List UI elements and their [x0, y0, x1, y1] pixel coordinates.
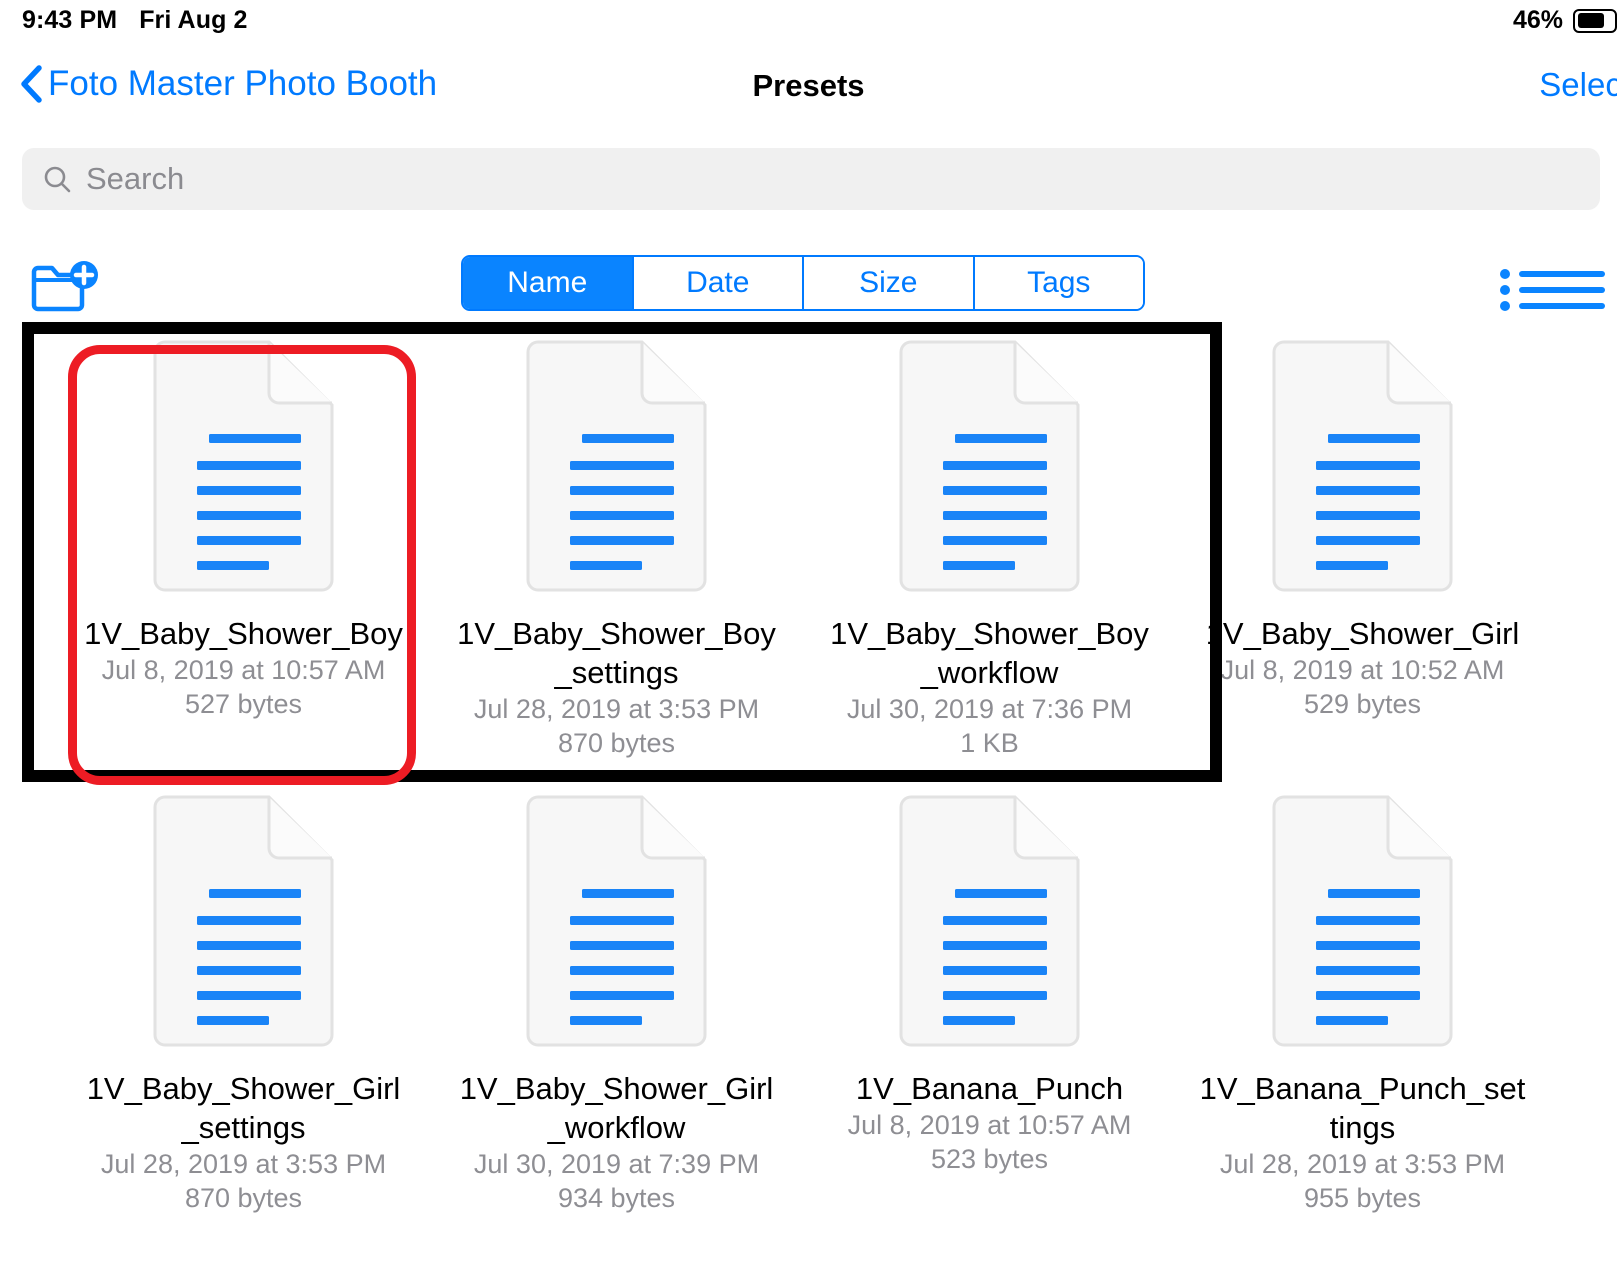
file-name: 1V_Baby_Shower_Boy_settings	[457, 616, 776, 691]
file-size: 870 bytes	[557, 728, 676, 759]
file-item-7[interactable]: 1V_Banana_Punch_settings Jul 28, 2019 at…	[1176, 795, 1549, 1215]
file-size: 955 bytes	[1303, 1183, 1422, 1214]
battery-percent-label: 46%	[1512, 6, 1563, 34]
file-date: Jul 8, 2019 at 10:57 AM	[101, 655, 386, 686]
file-name: 1V_Baby_Shower_Girl_settings	[86, 1071, 401, 1146]
document-icon	[151, 340, 336, 592]
file-name: 1V_Baby_Shower_Boy	[84, 616, 403, 651]
search-placeholder: Search	[86, 161, 185, 196]
file-size: 1 KB	[960, 728, 1019, 759]
list-view-button[interactable]	[1499, 268, 1609, 317]
file-size: 527 bytes	[184, 689, 303, 720]
battery-fill	[1577, 13, 1604, 28]
status-bar-left: 9:43 PM Fri Aug 2	[22, 6, 248, 35]
new-folder-icon	[31, 261, 98, 312]
files-toolbar: Name Date Size Tags	[0, 250, 1617, 330]
file-grid-row: 1V_Baby_Shower_Boy Jul 8, 2019 at 10:57 …	[0, 340, 1617, 760]
file-size: 934 bytes	[557, 1183, 676, 1214]
file-item-1[interactable]: 1V_Baby_Shower_Boy_settings Jul 28, 2019…	[430, 340, 803, 760]
document-icon	[897, 340, 1082, 592]
file-date: Jul 28, 2019 at 3:53 PM	[100, 1149, 387, 1180]
sort-segment-name[interactable]: Name	[463, 257, 634, 309]
file-item-6[interactable]: 1V_Banana_Punch Jul 8, 2019 at 10:57 AM …	[803, 795, 1176, 1215]
file-name: 1V_Baby_Shower_Girl	[1205, 616, 1520, 651]
file-item-4[interactable]: 1V_Baby_Shower_Girl_settings Jul 28, 201…	[57, 795, 430, 1215]
sort-segment-date[interactable]: Date	[633, 257, 804, 309]
file-item-0[interactable]: 1V_Baby_Shower_Boy Jul 8, 2019 at 10:57 …	[57, 340, 430, 760]
file-date: Jul 8, 2019 at 10:52 AM	[1220, 655, 1505, 686]
files-app-screen: 9:43 PM Fri Aug 2 46% Foto Master Photo …	[0, 0, 1617, 1261]
select-button[interactable]: Select	[1539, 66, 1617, 104]
file-item-2[interactable]: 1V_Baby_Shower_Boy_workflow Jul 30, 2019…	[803, 340, 1176, 760]
file-size: 870 bytes	[184, 1183, 303, 1214]
page-title: Presets	[752, 68, 865, 103]
document-icon	[151, 795, 336, 1047]
file-date: Jul 8, 2019 at 10:57 AM	[847, 1110, 1132, 1141]
battery-icon	[1573, 8, 1617, 33]
document-icon	[1270, 340, 1455, 592]
sort-segmented-control[interactable]: Name Date Size Tags	[461, 255, 1145, 311]
file-name: 1V_Baby_Shower_Girl_workflow	[459, 1071, 774, 1146]
file-size: 523 bytes	[930, 1144, 1049, 1175]
file-item-5[interactable]: 1V_Baby_Shower_Girl_workflow Jul 30, 201…	[430, 795, 803, 1215]
file-date: Jul 30, 2019 at 7:36 PM	[846, 694, 1133, 725]
sort-segment-size[interactable]: Size	[804, 257, 975, 309]
file-name: 1V_Banana_Punch_settings	[1199, 1071, 1526, 1146]
file-date: Jul 28, 2019 at 3:53 PM	[1219, 1149, 1506, 1180]
search-bar: Search	[0, 148, 1617, 210]
sort-segment-tags[interactable]: Tags	[974, 257, 1143, 309]
document-icon	[897, 795, 1082, 1047]
file-grid-row: 1V_Baby_Shower_Girl_settings Jul 28, 201…	[0, 795, 1617, 1215]
search-icon	[44, 166, 71, 193]
status-bar-right: 46%	[1513, 6, 1617, 35]
file-name: 1V_Banana_Punch	[855, 1071, 1124, 1107]
document-icon	[524, 795, 709, 1047]
file-size: 529 bytes	[1303, 689, 1422, 720]
document-icon	[1270, 795, 1455, 1047]
file-name: 1V_Baby_Shower_Boy_workflow	[830, 616, 1149, 691]
file-grid: 1V_Baby_Shower_Boy Jul 8, 2019 at 10:57 …	[0, 340, 1617, 1215]
navigation-bar: Foto Master Photo Booth Presets Select	[0, 48, 1617, 136]
list-view-icon	[1500, 269, 1605, 311]
status-bar: 9:43 PM Fri Aug 2 46%	[0, 0, 1617, 48]
status-date: Fri Aug 2	[139, 6, 248, 34]
file-date: Jul 28, 2019 at 3:53 PM	[473, 694, 760, 725]
search-input[interactable]: Search	[22, 148, 1600, 210]
status-time: 9:43 PM	[22, 6, 118, 34]
document-icon	[524, 340, 709, 592]
new-folder-button[interactable]	[30, 258, 102, 323]
file-item-3[interactable]: 1V_Baby_Shower_Girl Jul 8, 2019 at 10:52…	[1176, 340, 1549, 760]
file-date: Jul 30, 2019 at 7:39 PM	[473, 1149, 760, 1180]
